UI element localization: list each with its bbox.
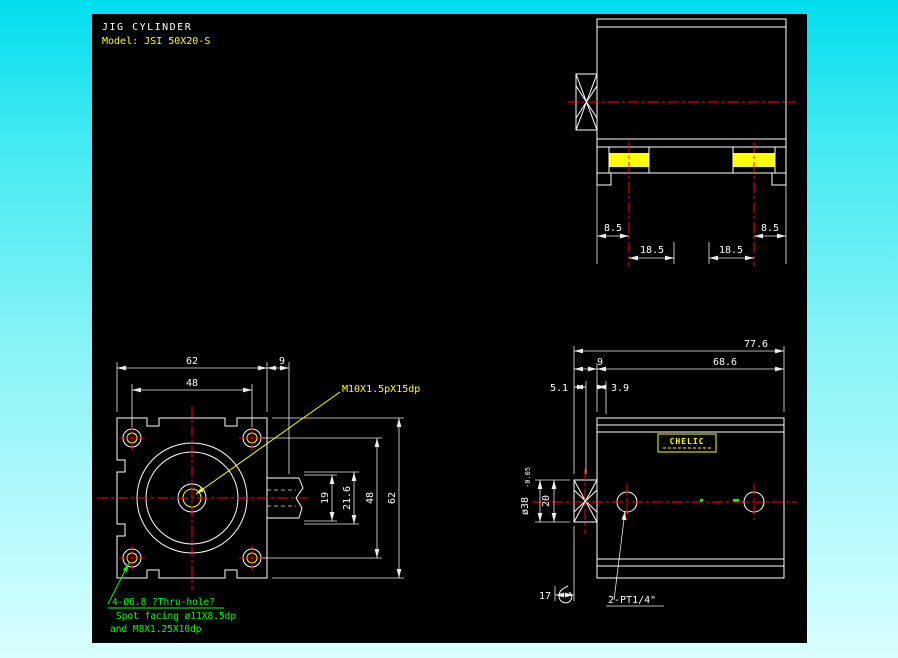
hole-note-line3: and M8X1.25X10dp [110,624,202,635]
title-block: JIG CYLINDER Model: JSI 50X20-S [102,22,210,47]
dim-height-62: 62 [387,492,398,504]
top-view-flange-band [596,146,787,186]
desktop-background: { "window": { "canvas_background": "#000… [0,0,898,658]
dim-pitch-left: 18.5 [640,245,664,256]
side-view-top-dimensions: 77.6 9 68.6 5.1 3.9 [550,339,785,474]
dim-pitch-48: 48 [186,378,198,389]
bolt-hole [239,545,265,571]
dim-width-62: 62 [186,356,198,367]
front-view: 62 9 48 19 21.6 48 62 M10X1.5pX15dp 4-Ø6… [97,356,420,635]
dim-39: 3.9 [611,383,629,394]
dim-rod-9: 9 [597,357,603,368]
dim-tongue-9: 9 [279,356,285,367]
top-view-body-outline [596,18,787,148]
dim-vpitch-48: 48 [365,492,376,504]
top-view-dimensions: 8.5 18.5 18.5 8.5 [596,179,787,264]
bolt-hole [239,425,265,451]
hole-note-line2: Spot facing ø11X8.5dp [116,611,236,622]
dim-h19: 19 [320,492,331,504]
cad-canvas: JIG CYLINDER Model: JSI 50X20-S 8.5 18.5… [92,14,807,643]
dim-total-776: 77.6 [744,339,768,350]
dim-51: 5.1 [550,383,568,394]
bolt-hole [119,425,145,451]
thread-note: M10X1.5pX15dp [342,384,420,395]
bolt-hole [119,545,145,571]
dim-pitch-right: 18.5 [719,245,743,256]
dim-body-686: 68.6 [713,357,737,368]
dim-rod-dia: ø38 [520,497,531,515]
dim-17: 17 [539,591,551,602]
top-view: 8.5 18.5 18.5 8.5 [568,18,796,266]
port-leader-line [613,510,627,601]
drawing-model: Model: JSI 50X20-S [102,36,210,47]
front-view-top-dimensions: 62 9 48 [116,356,290,474]
dim-20: 20 [541,495,552,507]
dim-rod-dia-tol: -0.05 [524,467,532,488]
hole-callout-notes: 4-Ø6.8 ?Thru-hole? Spot facing ø11X8.5dp… [107,562,236,635]
port-note: 2-PT1/4" [608,595,656,606]
dim-edge-left: 8.5 [604,223,622,234]
side-view: CHELIC 77.6 9 68.6 5.1 3.9 20 ø38 -0.05 … [520,339,797,607]
thread-leader-note: M10X1.5pX15dp [195,384,420,495]
thread-leader-line [195,391,341,495]
brand-logo-text: CHELIC [670,437,705,446]
side-view-left-dimensions: 20 ø38 -0.05 [520,467,570,523]
dim-edge-right: 8.5 [761,223,779,234]
drawing-title: JIG CYLINDER [102,22,192,33]
brand-label: CHELIC [657,433,717,453]
dim-h216: 21.6 [342,486,353,510]
drawing-svg: JIG CYLINDER Model: JSI 50X20-S 8.5 18.5… [97,18,797,635]
hole-note-line1: 4-Ø6.8 ?Thru-hole? [112,597,215,608]
wrench-hook-symbol [558,585,573,604]
